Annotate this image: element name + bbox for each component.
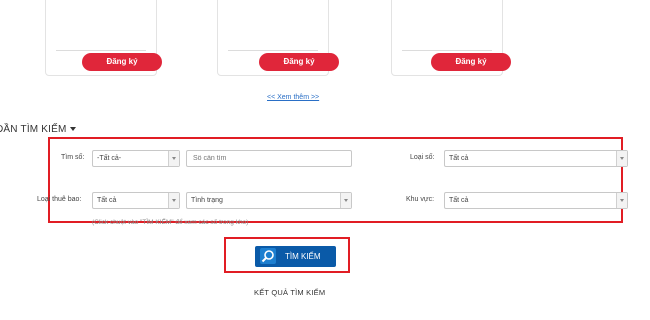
caret-down-icon <box>69 127 76 132</box>
register-button[interactable]: Đăng ký <box>82 53 162 71</box>
results-heading: KẾT QUẢ TÌM KIẾM <box>254 288 326 297</box>
search-section-title: ĐẦN TÌM KIẾM <box>0 124 67 135</box>
loai-thue-bao-label: Loại thuê bao: <box>37 196 82 203</box>
so-can-tim-input[interactable] <box>186 150 352 167</box>
card-divider <box>56 50 146 51</box>
card-divider <box>402 50 492 51</box>
register-button[interactable]: Đăng ký <box>259 53 339 71</box>
loai-so-select[interactable]: Tất cả <box>444 150 628 167</box>
search-button[interactable]: TÌM KIẾM <box>255 246 336 267</box>
register-button[interactable]: Đăng ký <box>431 53 511 71</box>
search-hint: (Click chuột vào "TÌM KIẾM" để xem các s… <box>92 219 249 226</box>
chevron-down-icon <box>616 193 627 208</box>
card-divider <box>228 50 318 51</box>
khu-vuc-select[interactable]: Tất cả <box>444 192 628 209</box>
chevron-down-icon <box>168 193 179 208</box>
khu-vuc-value: Tất cả <box>449 197 469 204</box>
chevron-down-icon <box>168 151 179 166</box>
tinh-trang-select[interactable]: Tình trạng <box>186 192 352 209</box>
loai-thue-bao-value: Tất cả <box>97 197 117 204</box>
search-section-heading[interactable]: ĐẦN TÌM KIẾM <box>0 124 76 135</box>
search-button-label: TÌM KIẾM <box>285 252 321 261</box>
chevron-down-icon <box>616 151 627 166</box>
so-label: Tìm số: <box>61 154 85 161</box>
chevron-down-icon <box>340 193 351 208</box>
loai-thue-bao-select[interactable]: Tất cả <box>92 192 180 209</box>
loai-so-label: Loại số: <box>410 154 435 161</box>
see-more-link[interactable]: << Xem thêm >> <box>267 94 319 101</box>
so-prefix-select[interactable]: -Tất cả- <box>92 150 180 167</box>
khu-vuc-label: Khu vực: <box>406 196 435 203</box>
tinh-trang-value: Tình trạng <box>191 197 223 204</box>
loai-so-value: Tất cả <box>449 155 469 162</box>
so-prefix-value: -Tất cả- <box>97 155 122 162</box>
search-icon <box>260 248 276 264</box>
